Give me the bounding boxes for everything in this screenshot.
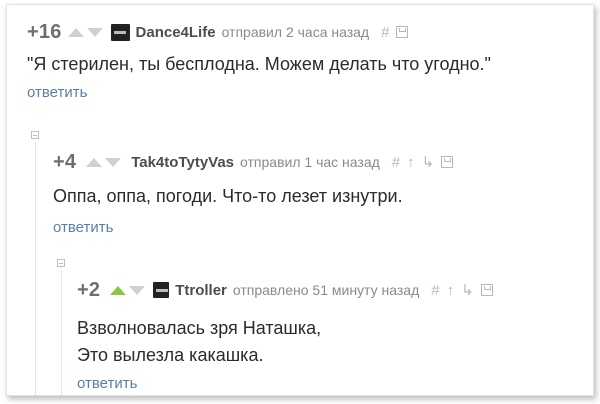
comment-actions: # ↑ ↳ bbox=[431, 281, 493, 299]
downvote-icon[interactable] bbox=[105, 157, 122, 167]
comment-2: +4 Tak4toTytyVas отправил 1 час назад # … bbox=[53, 150, 454, 236]
save-icon[interactable] bbox=[441, 156, 454, 168]
comment-header: +4 Tak4toTytyVas отправил 1 час назад # … bbox=[53, 150, 454, 173]
comment-1: +16 Dance4Life отправил 2 часа назад # "… bbox=[27, 21, 491, 102]
comment-text-line: Взволновалась зря Наташка, bbox=[77, 318, 322, 338]
comment-text-line: Оппа, оппа, погоди. Что-то лезет изнутри… bbox=[53, 186, 403, 206]
hash-icon[interactable]: # bbox=[431, 282, 439, 299]
vote-controls bbox=[110, 285, 146, 295]
parent-arrow-icon[interactable]: ↑ bbox=[447, 282, 455, 299]
thread-line bbox=[61, 271, 62, 395]
comment-actions: # bbox=[381, 24, 409, 41]
comment-thread: +16 Dance4Life отправил 2 часа назад # "… bbox=[6, 4, 594, 396]
reply-branch-icon[interactable]: ↳ bbox=[422, 153, 435, 171]
comment-rating: +4 bbox=[53, 150, 77, 173]
author-name[interactable]: Ttroller bbox=[175, 282, 227, 299]
upvote-icon[interactable] bbox=[67, 27, 84, 37]
comment-text: Взволновалась зря Наташка, Это вылезла к… bbox=[77, 315, 493, 369]
vote-controls bbox=[67, 27, 103, 37]
comment-text-line: "Я стерилен, ты бесплодна. Можем делать … bbox=[27, 54, 491, 74]
downvote-icon[interactable] bbox=[86, 27, 103, 37]
upvote-icon[interactable] bbox=[110, 285, 127, 295]
downvote-icon[interactable] bbox=[129, 285, 146, 295]
comment-3: +2 Ttroller отправлено 51 минуту назад #… bbox=[77, 279, 493, 392]
reply-branch-icon[interactable]: ↳ bbox=[461, 281, 474, 299]
comment-text: Оппа, оппа, погоди. Что-то лезет изнутри… bbox=[53, 183, 453, 210]
comment-timestamp: отправлено 51 минуту назад bbox=[232, 282, 420, 298]
avatar[interactable] bbox=[153, 282, 170, 298]
author-name[interactable]: Tak4toTytyVas bbox=[131, 154, 234, 171]
reply-link[interactable]: ответить bbox=[27, 84, 491, 101]
comment-text: "Я стерилен, ты бесплодна. Можем делать … bbox=[27, 51, 491, 78]
comment-text-line: Это вылезла какашка. bbox=[77, 345, 264, 365]
hash-icon[interactable]: # bbox=[392, 154, 400, 171]
collapse-toggle[interactable] bbox=[57, 259, 65, 267]
collapse-toggle[interactable] bbox=[31, 131, 39, 139]
reply-link[interactable]: ответить bbox=[77, 375, 493, 392]
upvote-icon[interactable] bbox=[86, 157, 103, 167]
parent-arrow-icon[interactable]: ↑ bbox=[407, 154, 415, 171]
avatar[interactable] bbox=[110, 23, 130, 41]
comment-header: +2 Ttroller отправлено 51 минуту назад #… bbox=[77, 279, 493, 301]
comment-rating: +2 bbox=[77, 278, 101, 301]
reply-link[interactable]: ответить bbox=[53, 219, 453, 236]
comment-actions: # ↑ ↳ bbox=[392, 153, 454, 171]
hash-icon[interactable]: # bbox=[381, 24, 389, 41]
save-icon[interactable] bbox=[480, 284, 493, 296]
comment-rating: +16 bbox=[27, 20, 62, 43]
thread-line bbox=[35, 143, 36, 395]
comment-timestamp: отправил 2 часа назад bbox=[221, 24, 370, 40]
comment-header: +16 Dance4Life отправил 2 часа назад # bbox=[27, 21, 491, 43]
author-name[interactable]: Dance4Life bbox=[136, 24, 216, 41]
vote-controls bbox=[86, 157, 122, 167]
comment-timestamp: отправил 1 час назад bbox=[240, 154, 380, 170]
save-icon[interactable] bbox=[396, 26, 409, 38]
